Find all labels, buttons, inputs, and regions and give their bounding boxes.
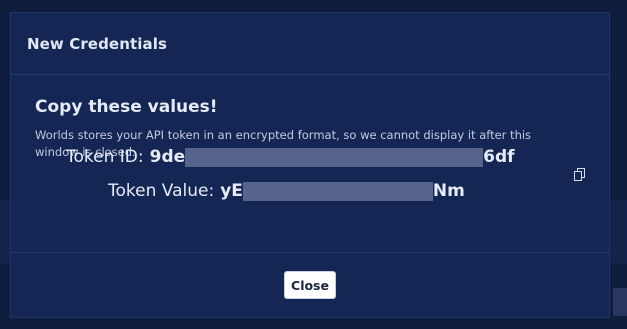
token-value-row: Token Value: yE Nm xyxy=(108,181,465,201)
copy-icon[interactable] xyxy=(574,167,586,181)
token-value-label: Token Value: xyxy=(108,181,215,201)
modal-title: New Credentials xyxy=(27,34,167,53)
credentials-modal: New Credentials Copy these values! World… xyxy=(10,12,610,318)
token-value-prefix: yE xyxy=(220,181,243,201)
token-id-suffix: 6df xyxy=(483,147,515,167)
token-value-redaction xyxy=(242,181,433,201)
modal-header: New Credentials xyxy=(11,13,609,75)
token-id-label: Token ID: xyxy=(66,147,144,167)
token-id-row: Token ID: 9de 6df xyxy=(66,147,515,167)
token-value-suffix: Nm xyxy=(432,181,465,201)
token-id-redaction xyxy=(185,147,484,167)
token-id-prefix: 9de xyxy=(149,147,186,167)
modal-body: Copy these values! Worlds stores your AP… xyxy=(11,75,609,253)
close-button[interactable]: Close xyxy=(284,271,336,299)
copy-heading: Copy these values! xyxy=(35,97,218,117)
background-edge xyxy=(613,288,627,316)
modal-footer: Close xyxy=(11,253,609,317)
